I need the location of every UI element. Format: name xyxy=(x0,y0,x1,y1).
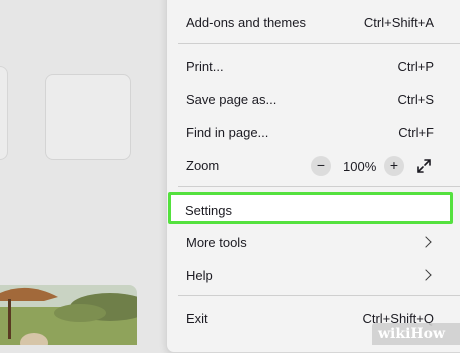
shortcut-tile[interactable] xyxy=(45,74,131,160)
menu-item-help[interactable]: Help xyxy=(166,259,460,292)
zoom-out-button[interactable]: − xyxy=(311,156,331,176)
menu-separator xyxy=(178,295,460,296)
zoom-level: 100% xyxy=(343,159,377,174)
menu-item-label: Save page as... xyxy=(186,92,277,107)
background-photo xyxy=(0,285,137,345)
menu-item-label: Help xyxy=(186,268,213,283)
chevron-right-icon xyxy=(420,269,432,281)
shortcut-text: Ctrl+F xyxy=(398,125,434,140)
wikihow-watermark: wikiHow xyxy=(372,323,460,345)
menu-item-label: Settings xyxy=(185,203,232,218)
menu-item-more-tools[interactable]: More tools xyxy=(166,226,460,259)
menu-item-label: Find in page... xyxy=(186,125,269,140)
shortcut-text: Ctrl+P xyxy=(397,59,434,74)
menu-item-print[interactable]: Print... Ctrl+P xyxy=(166,50,460,83)
shortcut-text: Ctrl+S xyxy=(397,92,434,107)
menu-separator xyxy=(178,43,460,44)
menu-item-find-in-page[interactable]: Find in page... Ctrl+F xyxy=(166,116,460,149)
shortcut-text: Ctrl+Shift+A xyxy=(363,15,434,30)
menu-item-label: Add-ons and themes xyxy=(186,15,306,30)
fullscreen-icon[interactable] xyxy=(414,156,434,176)
menu-separator xyxy=(178,186,460,187)
menu-item-addons[interactable]: Add-ons and themes Ctrl+Shift+A xyxy=(166,6,460,39)
zoom-in-button[interactable]: + xyxy=(384,156,404,176)
menu-item-save-page[interactable]: Save page as... Ctrl+S xyxy=(166,83,460,116)
background-card-edge xyxy=(0,66,8,160)
menu-item-label: Print... xyxy=(186,59,224,74)
menu-item-label: Exit xyxy=(186,311,208,326)
menu-item-label: More tools xyxy=(186,235,247,250)
watermark-text: wikiHow xyxy=(378,326,446,342)
menu-item-label: Zoom xyxy=(186,158,220,173)
menu-item-settings[interactable]: Settings xyxy=(168,192,453,224)
chevron-right-icon xyxy=(420,236,432,248)
